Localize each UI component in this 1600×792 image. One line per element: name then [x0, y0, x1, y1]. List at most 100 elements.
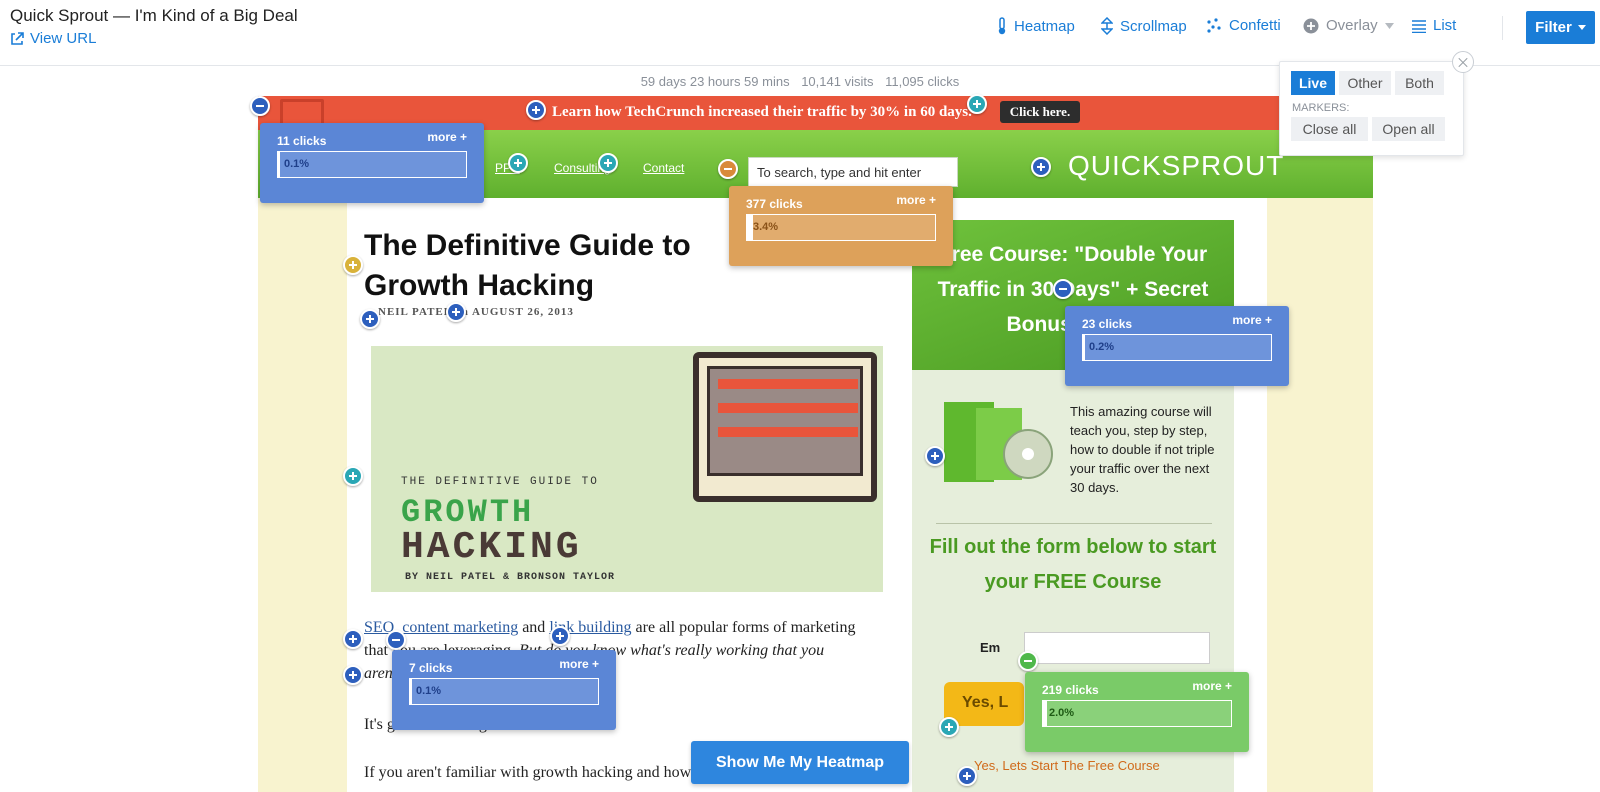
- ad-email-label: Em: [980, 640, 1001, 655]
- popover-clicks: 7 clicks: [409, 661, 453, 675]
- site-banner-text: Learn how TechCrunch increased their tra…: [552, 104, 972, 120]
- popover-percentage-bar: 2.0%: [1042, 700, 1232, 727]
- click-marker-minus[interactable]: [1018, 651, 1038, 671]
- hero-image: THE DEFINITIVE GUIDE TO GROWTH HACKING B…: [371, 346, 883, 592]
- popover-more-link[interactable]: more +: [896, 193, 936, 207]
- popover-percentage-bar: 3.4%: [746, 214, 936, 241]
- scroll-arrows-icon: [1101, 17, 1113, 35]
- click-marker-plus[interactable]: [939, 717, 959, 737]
- filter-label: Filter: [1535, 19, 1572, 36]
- popover-percentage: 2.0%: [1049, 707, 1075, 719]
- popover-more-link[interactable]: more +: [1192, 679, 1232, 693]
- post-meta: NEIL PATEL on AUGUST 26, 2013: [378, 306, 574, 318]
- overlay-close-icon[interactable]: [1452, 51, 1474, 73]
- external-link-icon: [11, 31, 24, 45]
- confetti-icon: [1207, 17, 1221, 33]
- click-marker-plus[interactable]: [598, 153, 618, 173]
- click-marker-plus[interactable]: [1031, 157, 1051, 177]
- content-marketing-link[interactable]: content marketing: [402, 619, 518, 636]
- hero-caption: THE DEFINITIVE GUIDE TO: [401, 476, 599, 488]
- ad-email-input[interactable]: [1024, 632, 1210, 664]
- ad-start-link[interactable]: Yes, Lets Start The Free Course: [974, 758, 1160, 773]
- heatmap-app: Quick Sprout — I'm Kind of a Big Deal Vi…: [0, 0, 1600, 792]
- stats-visits: 10,141 visits: [801, 74, 874, 89]
- hero-monitor: [693, 352, 877, 502]
- popover-percentage: 3.4%: [753, 221, 779, 233]
- popover-bar-fill: [410, 679, 412, 704]
- view-url-link[interactable]: View URL: [10, 30, 96, 47]
- top-bar: Quick Sprout — I'm Kind of a Big Deal Vi…: [0, 0, 1600, 66]
- popover-more-link[interactable]: more +: [1232, 313, 1272, 327]
- post-title: The Definitive Guide to Growth Hacking: [364, 229, 691, 302]
- popover-more-link[interactable]: more +: [427, 130, 467, 144]
- page-title: Quick Sprout — I'm Kind of a Big Deal: [10, 6, 298, 25]
- overlay-mode-live[interactable]: Live: [1291, 71, 1335, 95]
- ad-description: This amazing course will teach you, step…: [1070, 404, 1215, 495]
- click-marker-plus[interactable]: [967, 94, 987, 114]
- markers-close-all-button[interactable]: Close all: [1291, 117, 1368, 141]
- popover-clicks: 377 clicks: [746, 197, 803, 211]
- click-marker-minus[interactable]: [1053, 279, 1073, 299]
- click-marker-plus[interactable]: [360, 309, 380, 329]
- stats-duration: 59 days 23 hours 59 mins: [640, 74, 790, 89]
- nav-overlay[interactable]: Overlay: [1303, 17, 1394, 34]
- popover-clicks: 219 clicks: [1042, 683, 1099, 697]
- popover-percentage: 0.1%: [416, 685, 442, 697]
- site-banner-button[interactable]: Click here.: [1000, 101, 1080, 123]
- click-marker-plus[interactable]: [343, 665, 363, 685]
- ad-free-course: Free Course:: [938, 243, 1069, 266]
- thermometer-icon: [998, 17, 1006, 35]
- header-divider: [1502, 16, 1503, 40]
- nav-confetti-label: Confetti: [1229, 17, 1281, 34]
- click-marker-minus[interactable]: [386, 630, 406, 650]
- plus-circle-icon: [1303, 18, 1319, 33]
- nav-scrollmap-label: Scrollmap: [1120, 17, 1187, 35]
- popover-bar-fill: [1043, 701, 1047, 726]
- popover-percentage: 0.2%: [1089, 341, 1115, 353]
- click-marker-minus[interactable]: [718, 159, 738, 179]
- site-nav-contact[interactable]: Contact: [643, 161, 684, 175]
- nav-heatmap-label: Heatmap: [1014, 17, 1075, 35]
- popover-more-link[interactable]: more +: [559, 657, 599, 671]
- markers-label: MARKERS:: [1292, 102, 1350, 114]
- popover-clicks: 11 clicks: [277, 134, 327, 148]
- popover-percentage-bar: 0.1%: [409, 678, 599, 705]
- click-marker-plus[interactable]: [550, 626, 570, 646]
- hero-screen-row: [718, 403, 858, 413]
- filter-button[interactable]: Filter: [1526, 11, 1595, 44]
- popover-percentage: 0.1%: [284, 158, 310, 170]
- hero-hacking: HACKING: [401, 526, 582, 569]
- hero-screen: [707, 366, 863, 476]
- nav-overlay-label: Overlay: [1326, 17, 1378, 34]
- click-marker-plus[interactable]: [343, 629, 363, 649]
- overlay-mode-other[interactable]: Other: [1339, 71, 1391, 95]
- view-url-label: View URL: [30, 30, 97, 47]
- hero-screen-row: [718, 427, 858, 437]
- site-search-input[interactable]: To search, type and hit enter: [748, 157, 958, 187]
- popover-bar-fill: [278, 152, 280, 177]
- click-marker-plus[interactable]: [925, 446, 945, 466]
- markers-open-all-button[interactable]: Open all: [1372, 117, 1445, 141]
- click-marker-plus[interactable]: [526, 100, 546, 120]
- click-marker-plus[interactable]: [446, 302, 466, 322]
- click-marker-plus[interactable]: [508, 153, 528, 173]
- nav-heatmap[interactable]: Heatmap: [997, 17, 1075, 35]
- click-marker-plus[interactable]: [957, 766, 977, 786]
- overlay-mode-both[interactable]: Both: [1395, 71, 1444, 95]
- click-marker-minus[interactable]: [250, 96, 270, 116]
- list-icon: [1412, 19, 1426, 33]
- click-marker-plus[interactable]: [343, 255, 363, 275]
- course-box-image: [944, 402, 1053, 482]
- click-marker-plus[interactable]: [343, 466, 363, 486]
- click-popover: 377 clicks more + 3.4%: [729, 186, 953, 266]
- ad-divider: [936, 523, 1212, 524]
- para1-and: and: [518, 619, 550, 636]
- nav-list[interactable]: List: [1412, 17, 1456, 34]
- click-popover: 219 clicks more + 2.0%: [1025, 672, 1249, 752]
- show-heatmap-button[interactable]: Show Me My Heatmap: [691, 741, 909, 784]
- nav-scrollmap[interactable]: Scrollmap: [1101, 17, 1187, 35]
- nav-confetti[interactable]: Confetti: [1206, 17, 1281, 34]
- hero-screen-row: [718, 379, 858, 389]
- stats-clicks: 11,095 clicks: [885, 74, 960, 89]
- click-popover: 11 clicks more + 0.1%: [260, 123, 484, 203]
